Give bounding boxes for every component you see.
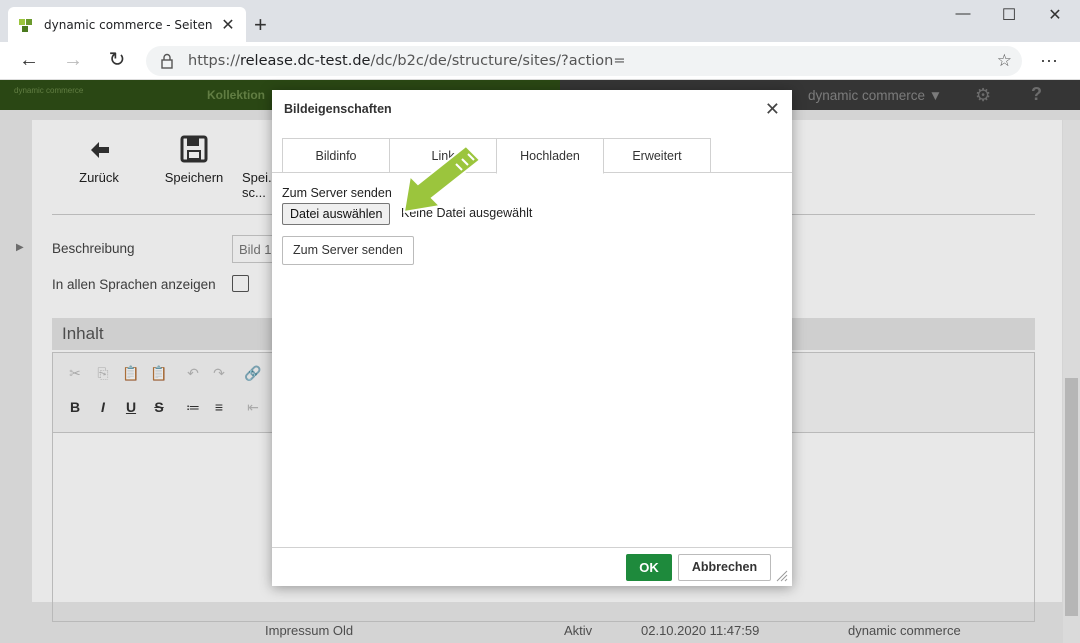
close-icon[interactable]: ✕ — [765, 99, 780, 120]
back-arrow-icon[interactable]: ← — [17, 50, 41, 70]
reload-icon[interactable]: ↻ — [105, 50, 129, 70]
browser-menu-icon[interactable]: ··· — [1040, 50, 1058, 71]
dialog-footer: OK Abbrechen — [272, 547, 792, 586]
site-favicon-icon — [19, 18, 32, 32]
url-text: https://release.dc-test.de/dc/b2c/de/str… — [188, 53, 626, 69]
new-tab-button[interactable]: + — [254, 12, 267, 38]
favorite-star-icon[interactable]: ☆ — [997, 51, 1012, 71]
maximize-button[interactable]: ☐ — [986, 5, 1032, 27]
close-window-button[interactable]: ✕ — [1032, 5, 1078, 27]
browser-toolbar: ← → ↻ https://release.dc-test.de/dc/b2c/… — [0, 42, 1080, 80]
ok-button[interactable]: OK — [626, 554, 672, 581]
lock-icon — [161, 53, 173, 69]
upload-label: Zum Server senden — [282, 186, 392, 200]
annotation-arrow-icon — [402, 146, 482, 214]
tab-close-icon[interactable]: ✕ — [220, 15, 236, 35]
browser-tab[interactable]: dynamic commerce - Seiten ✕ — [8, 7, 246, 42]
image-properties-dialog: Bildeigenschaften ✕ Bildinfo Link Hochla… — [272, 90, 792, 586]
tab-title: dynamic commerce - Seiten — [44, 17, 213, 32]
choose-file-button[interactable]: Datei auswählen — [282, 203, 391, 225]
browser-tabstrip: dynamic commerce - Seiten ✕ + — ☐ ✕ — [0, 0, 1080, 42]
dialog-title: Bildeigenschaften — [284, 102, 392, 116]
cancel-button[interactable]: Abbrechen — [678, 554, 771, 581]
address-bar[interactable]: https://release.dc-test.de/dc/b2c/de/str… — [146, 46, 1022, 76]
tab-erweitert[interactable]: Erweitert — [603, 138, 711, 173]
minimize-button[interactable]: — — [940, 5, 986, 27]
tab-bildinfo[interactable]: Bildinfo — [282, 138, 390, 173]
send-to-server-button[interactable]: Zum Server senden — [282, 236, 414, 265]
tab-hochladen[interactable]: Hochladen — [496, 138, 604, 174]
resize-handle-icon[interactable] — [776, 570, 788, 582]
dialog-tabs: Bildinfo Link Hochladen Erweitert — [272, 138, 792, 174]
forward-arrow-icon[interactable]: → — [61, 50, 85, 70]
